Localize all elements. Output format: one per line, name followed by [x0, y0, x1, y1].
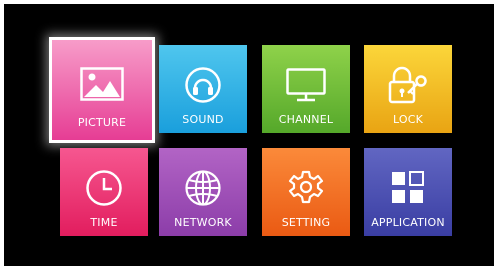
- clock-icon: [82, 168, 126, 208]
- application-tile[interactable]: APPLICATION: [364, 148, 452, 236]
- gear-icon: [284, 168, 328, 208]
- tv-menu-screen: PICTURE SOUND CHANNEL LOCK TIME NETWORK …: [4, 4, 494, 266]
- sound-label: SOUND: [182, 113, 224, 126]
- setting-label: SETTING: [281, 216, 331, 229]
- picture-tile[interactable]: PICTURE: [49, 37, 155, 143]
- app-grid-icon: [386, 168, 430, 208]
- channel-tile[interactable]: CHANNEL: [262, 45, 350, 133]
- headphones-icon: [181, 65, 225, 105]
- picture-icon: [80, 64, 124, 104]
- lock-tile[interactable]: LOCK: [364, 45, 452, 133]
- picture-label: PICTURE: [77, 116, 127, 129]
- time-tile[interactable]: TIME: [60, 148, 148, 236]
- sound-tile[interactable]: SOUND: [159, 45, 247, 133]
- setting-tile[interactable]: SETTING: [262, 148, 350, 236]
- lock-label: LOCK: [392, 113, 424, 126]
- network-tile[interactable]: NETWORK: [159, 148, 247, 236]
- channel-label: CHANNEL: [278, 113, 334, 126]
- time-label: TIME: [90, 216, 118, 229]
- application-label: APPLICATION: [371, 216, 445, 229]
- globe-icon: [181, 168, 225, 208]
- network-label: NETWORK: [174, 216, 232, 229]
- tv-icon: [284, 65, 328, 105]
- lock-key-icon: [386, 65, 430, 105]
